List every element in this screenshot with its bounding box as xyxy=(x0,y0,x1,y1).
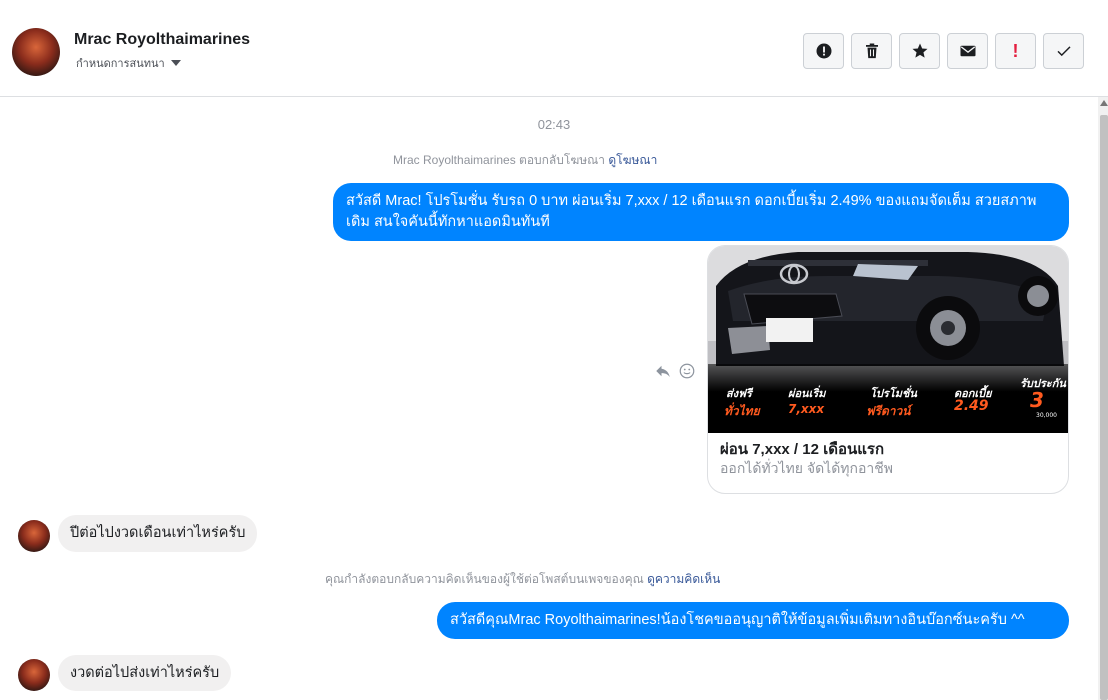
promo-promotion-value: ฟรีดาวน์ xyxy=(866,404,911,418)
mark-unread-button[interactable] xyxy=(947,33,988,69)
incoming-message-1[interactable]: ปีต่อไปงวดเดือนเท่าไหร่ครับ xyxy=(58,515,258,552)
promo-shipping-value: ทั่วไทย xyxy=(724,404,760,418)
ad-reply-notice: Mrac Royolthaimarines ตอบกลับโฆษณา ดูโฆษ… xyxy=(393,151,657,170)
checkmark-icon xyxy=(1056,46,1071,57)
promo-shipping-label: ส่งฟรี xyxy=(726,387,752,400)
ad-card[interactable]: ส่งฟรี ทั่วไทย ผ่อนเริ่ม 7,xxx โปรโมชั่น… xyxy=(707,245,1069,494)
mark-done-button[interactable] xyxy=(1043,33,1084,69)
scrollbar-thumb[interactable] xyxy=(1100,115,1108,700)
conversation-header: Mrac Royolthaimarines กำหนดการสนทนา ! xyxy=(0,8,1108,97)
outgoing-message-reply[interactable]: สวัสดีคุณMrac Royolthaimarines!น้องโชคขอ… xyxy=(437,602,1069,639)
customer-avatar-2[interactable] xyxy=(18,659,50,691)
contact-avatar[interactable] xyxy=(12,28,60,76)
promo-warranty-value: 3 xyxy=(1030,388,1044,412)
delete-button[interactable] xyxy=(851,33,892,69)
contact-name[interactable]: Mrac Royolthaimarines xyxy=(74,31,250,49)
star-button[interactable] xyxy=(899,33,940,69)
scroll-up-arrow-icon[interactable] xyxy=(1100,100,1108,106)
important-icon: ! xyxy=(1012,40,1019,61)
incoming-message-2[interactable]: งวดต่อไปส่งเท่าไหร่ครับ xyxy=(58,655,232,691)
view-comment-link[interactable]: ดูความคิดเห็น xyxy=(647,572,720,586)
ad-reply-notice-text: Mrac Royolthaimarines ตอบกลับโฆษณา xyxy=(393,153,606,167)
assign-conversation-label: กำหนดการสนทนา xyxy=(76,58,165,70)
message-timestamp: 02:43 xyxy=(537,117,571,132)
mark-spam-button[interactable] xyxy=(803,33,844,69)
promo-promotion-label: โปรโมชั่น xyxy=(870,387,917,400)
promo-warranty-km: 30,000 xyxy=(1036,412,1057,419)
comment-reply-notice-text: คุณกำลังตอบกลับความคิดเห็นของผู้ใช้ต่อโพ… xyxy=(325,572,644,586)
promo-interest-value: 2.49 xyxy=(954,398,989,414)
customer-avatar[interactable] xyxy=(18,520,50,552)
promo-installment-value: 7,xxx xyxy=(788,402,825,416)
envelope-icon xyxy=(960,45,975,57)
assign-conversation-dropdown[interactable]: กำหนดการสนทนา xyxy=(76,54,181,72)
react-emoji-icon[interactable] xyxy=(678,362,696,380)
reply-icon[interactable] xyxy=(654,362,672,380)
ad-card-image: ส่งฟรี ทั่วไทย ผ่อนเริ่ม 7,xxx โปรโมชั่น… xyxy=(708,246,1068,433)
message-actions xyxy=(654,362,696,380)
conversation-toolbar: ! xyxy=(803,33,1084,69)
ad-card-subtitle: ออกได้ทั่วไทย จัดได้ทุกอาชีพ xyxy=(720,460,894,476)
view-ad-link[interactable]: ดูโฆษณา xyxy=(608,153,657,167)
caret-down-icon xyxy=(170,60,181,66)
trash-icon xyxy=(865,43,878,59)
outgoing-message-promo[interactable]: สวัสดี Mrac! โปรโมชั่น รับรถ 0 บาท ผ่อนเ… xyxy=(333,183,1069,241)
ad-promo-banner: ส่งฟรี ทั่วไทย ผ่อนเริ่ม 7,xxx โปรโมชั่น… xyxy=(708,364,1068,433)
promo-installment-label: ผ่อนเริ่ม xyxy=(788,387,826,400)
mark-important-button[interactable]: ! xyxy=(995,33,1036,69)
alert-circle-icon xyxy=(816,43,831,59)
comment-reply-notice: คุณกำลังตอบกลับความคิดเห็นของผู้ใช้ต่อโพ… xyxy=(325,570,720,589)
star-icon xyxy=(912,43,927,58)
